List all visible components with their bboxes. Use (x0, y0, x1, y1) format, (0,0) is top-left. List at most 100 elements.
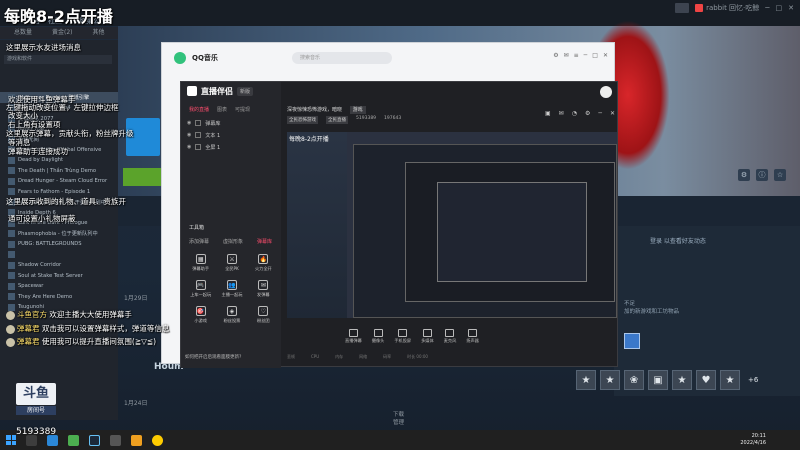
phone-icon (398, 328, 408, 337)
steam-filter-dropdown[interactable]: 游戏和软件 (4, 55, 112, 64)
mail-icon[interactable]: ✉ (559, 110, 564, 117)
game-list-item[interactable]: They Are Here Demo (0, 292, 118, 303)
tool-button[interactable]: 🎯 小游戏 (185, 306, 216, 324)
help-link[interactable]: 如何把开启后观看面膜更新? (185, 354, 241, 360)
tab-withdraw[interactable]: 可提现 (235, 106, 250, 113)
camera-button[interactable]: 摄像头 (372, 328, 384, 344)
tool-button[interactable]: 🔥 火力全开 (248, 254, 279, 272)
game-list-item[interactable]: Dread Hunger - Steam Cloud Error (0, 176, 118, 187)
chrome-icon[interactable] (68, 434, 79, 446)
tab-avatar[interactable]: 虚拟形象 (223, 238, 243, 245)
game-list-item[interactable]: Soul at Stake Test Server (0, 271, 118, 282)
explorer-icon[interactable] (110, 434, 121, 446)
game-list-item[interactable]: The Death | Thần Trùng Demo (0, 166, 118, 177)
tab-chart[interactable]: 图表 (217, 106, 227, 113)
close-icon[interactable]: ✕ (788, 4, 794, 12)
game-list-label: Spacewar (18, 283, 44, 290)
tab-danmaku-lib[interactable]: 弹幕库 (257, 238, 272, 245)
achievement-heart-icon[interactable]: ♥ (696, 370, 716, 390)
achievement-star-icon[interactable]: ★ (720, 370, 740, 390)
qqmusic-search-input[interactable]: 搜索音乐 (292, 52, 392, 64)
gift-icon[interactable]: ▣ (545, 110, 551, 117)
tool-button[interactable]: ◈ 粉丝投票 (216, 306, 247, 324)
steam-login-prompt[interactable]: 登录 以查看好友动态 (650, 236, 706, 245)
close-icon[interactable]: ✕ (610, 110, 615, 117)
maximize-icon[interactable]: □ (592, 52, 598, 59)
steam-friends-button[interactable] (675, 3, 690, 13)
game-list-item[interactable]: PUBG: BATTLEGROUNDS (0, 239, 118, 250)
gear-icon[interactable]: ⚙ (738, 169, 750, 181)
steam-download-status[interactable]: 下载 管理 (393, 410, 404, 426)
eye-icon[interactable]: ◉ (187, 144, 191, 150)
settings-icon[interactable]: ⚙ (553, 52, 558, 59)
game-list-label: Dread Hunger - Steam Cloud Error (18, 178, 108, 185)
game-list-item[interactable]: Spacewar (0, 281, 118, 292)
tool-icon: ▦ (195, 254, 206, 264)
lock-icon[interactable] (195, 120, 202, 126)
steam-nav-gold[interactable]: 黄金(2) (52, 27, 73, 39)
eye-icon[interactable]: ◉ (187, 120, 191, 126)
tool-button[interactable]: ⚔ 全民PK (216, 254, 247, 272)
live-preview[interactable]: 每晚8-2点开播 (287, 132, 617, 318)
achievement-more[interactable]: +6 (744, 370, 758, 390)
tool-button[interactable]: ✉ 发弹幕 (248, 280, 279, 298)
speaker-button[interactable]: 扬声器 (466, 328, 479, 344)
achievement-box-icon[interactable]: ▣ (648, 370, 668, 390)
tool-button[interactable]: ▦ 弹幕助手 (185, 254, 216, 272)
bell-icon[interactable]: ◔ (572, 110, 577, 117)
mail-icon[interactable]: ✉ (564, 52, 569, 59)
live-category[interactable]: 全民恐怖游戏 (287, 116, 318, 124)
microphone-button[interactable]: 麦克风 (444, 328, 456, 344)
game-list-item[interactable] (0, 250, 118, 261)
taskbar-clock[interactable]: 20:11 2022/4/16 (740, 433, 766, 447)
phone-cast-button[interactable]: 手机投屏 (394, 328, 411, 344)
play-button[interactable] (123, 168, 161, 186)
danmaku-text: 这里展示水友进场消息 (6, 43, 81, 52)
info-icon[interactable]: ⓘ (756, 169, 768, 181)
qqmusic-icon[interactable] (152, 434, 163, 446)
douyu-icon[interactable] (131, 434, 142, 446)
lock-icon[interactable] (195, 144, 202, 150)
scene-item[interactable]: ◉ 文本 1 (181, 129, 281, 141)
windows-start-icon[interactable] (6, 435, 16, 445)
game-list-item[interactable]: Phasmophobia - 位于更新队列中 (0, 229, 118, 240)
steam-nav-total[interactable]: 总数量 (14, 27, 32, 39)
status-network: 网络 (359, 354, 368, 359)
achievement-star-icon[interactable]: ★ (576, 370, 596, 390)
steam-nav-other[interactable]: 其他 (93, 27, 105, 39)
game-icon (8, 251, 15, 259)
live-danmaku-button[interactable]: 直播弹幕 (345, 328, 362, 344)
preview-title: 每晚8-2点开播 (289, 136, 329, 143)
avatar (695, 4, 704, 12)
tool-button[interactable]: ♡ 粉丝团 (248, 306, 279, 324)
eye-icon[interactable]: ◉ (187, 132, 191, 138)
live-mode[interactable]: 全民直播 (326, 116, 348, 124)
avatar[interactable] (600, 86, 612, 98)
minimize-icon[interactable]: ─ (598, 110, 602, 117)
media-button[interactable]: 多媒体 (421, 328, 434, 344)
achievement-star-icon[interactable]: ★ (672, 370, 692, 390)
status-frames: 丢帧 (287, 354, 295, 359)
menu-icon[interactable]: ≡ (574, 52, 579, 59)
scene-item[interactable]: ◉ 弹幕库 (181, 117, 281, 129)
lock-icon[interactable] (195, 132, 202, 138)
tool-button[interactable]: 🎮 上车一起玩 (185, 280, 216, 298)
star-icon[interactable]: ☆ (774, 169, 786, 181)
steam-icon[interactable] (89, 434, 100, 446)
settings-icon[interactable]: ⚙ (585, 110, 590, 117)
scene-item[interactable]: ◉ 全屏 1 (181, 141, 281, 153)
game-list-item[interactable]: Shadow Corridor (0, 260, 118, 271)
minimize-icon[interactable]: ─ (765, 4, 769, 12)
achievement-star-icon[interactable]: ★ (600, 370, 620, 390)
tab-add-danmaku[interactable]: 添加弹幕 (189, 238, 209, 245)
minimize-icon[interactable]: ─ (584, 52, 588, 59)
close-icon[interactable]: ✕ (603, 52, 608, 59)
live-room-tag[interactable]: 游戏 (349, 106, 366, 114)
tool-button[interactable]: 👥 主播一起玩 (216, 280, 247, 298)
achievement-paw-icon[interactable]: ❀ (624, 370, 644, 390)
workshop-image-icon[interactable] (624, 333, 640, 349)
game-icon (8, 261, 15, 269)
steam-user[interactable]: rabbit 回忆·吃鲸 (695, 3, 759, 13)
maximize-icon[interactable]: □ (776, 4, 783, 12)
tab-my-live[interactable]: 我的直播 (189, 106, 209, 113)
